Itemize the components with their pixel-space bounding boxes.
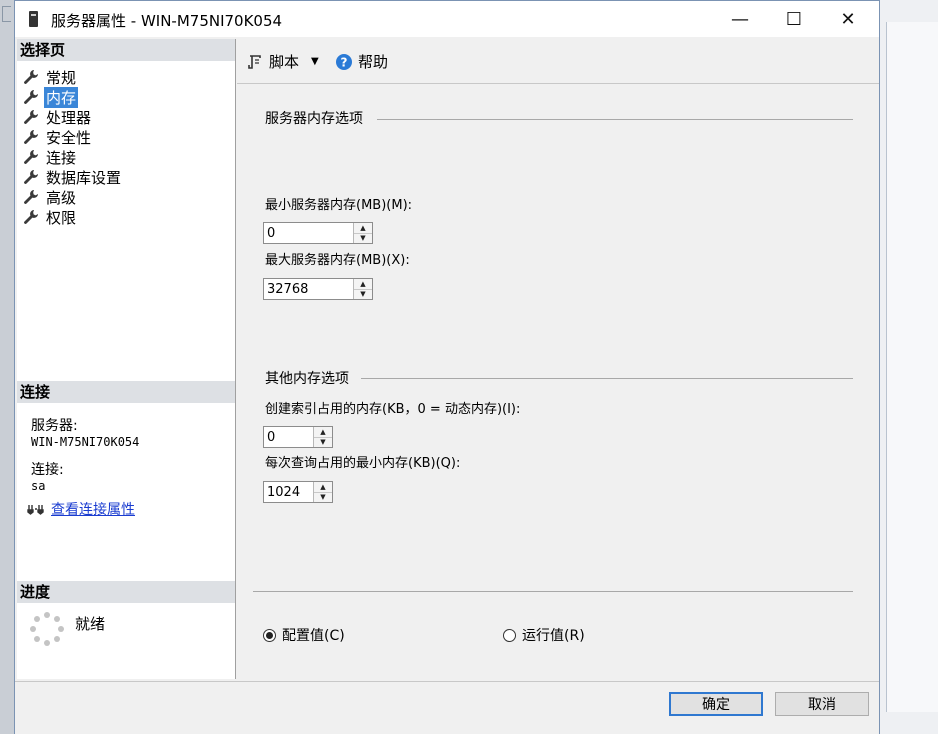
- nav-item-processor[interactable]: 处理器: [23, 107, 123, 127]
- connection-info: 服务器: WIN-M75NI70K054 连接: sa: [31, 415, 139, 493]
- nav-item-memory[interactable]: 内存: [23, 86, 123, 108]
- index-memory-stepper[interactable]: 0 ▲ ▼: [263, 426, 333, 448]
- wrench-icon: [24, 70, 38, 84]
- help-button[interactable]: ? 帮助: [335, 51, 388, 72]
- other-memory-group-line: [361, 378, 853, 379]
- wrench-icon: [24, 150, 38, 164]
- script-label: 脚本: [269, 53, 300, 71]
- connection-value: sa: [31, 479, 46, 493]
- server-icon: [29, 11, 38, 27]
- index-memory-label: 创建索引占用的内存(KB，0 = 动态内存)(I):: [265, 402, 521, 417]
- nav-item-security[interactable]: 安全性: [23, 127, 123, 147]
- nav-item-label: 安全性: [46, 128, 92, 147]
- spin-down-icon[interactable]: ▼: [354, 232, 372, 243]
- cancel-button[interactable]: 取消: [775, 692, 869, 716]
- progress-status: 就绪: [75, 615, 106, 633]
- nav-item-label: 处理器: [46, 108, 92, 127]
- connection-plug-icon: [27, 505, 44, 515]
- server-memory-group-label: 服务器内存选项: [265, 108, 369, 128]
- other-memory-group-label: 其他内存选项: [265, 368, 355, 388]
- connection-header: 连接: [17, 381, 235, 403]
- query-memory-label: 每次查询占用的最小内存(KB)(Q):: [265, 456, 461, 471]
- svg-text:?: ?: [341, 55, 348, 69]
- min-memory-value[interactable]: 0: [264, 226, 353, 241]
- nav-item-advanced[interactable]: 高级: [23, 187, 123, 207]
- index-memory-value[interactable]: 0: [264, 430, 313, 445]
- background-left-window: [0, 0, 14, 734]
- wrench-icon: [24, 190, 38, 204]
- configured-values-radio[interactable]: 配置值(C): [263, 625, 345, 645]
- max-memory-spin-buttons[interactable]: ▲ ▼: [353, 279, 372, 299]
- wrench-icon: [24, 110, 38, 124]
- nav-item-label: 常规: [46, 68, 77, 87]
- options-separator-line: [253, 591, 853, 592]
- spin-up-icon[interactable]: ▲: [354, 223, 372, 233]
- index-memory-spin-buttons[interactable]: ▲ ▼: [313, 427, 332, 447]
- server-properties-dialog: 服务器属性 - WIN-M75NI70K054 — ☐ ✕ 选择页 常规 内存 …: [14, 0, 880, 734]
- connection-label: 连接:: [31, 462, 64, 478]
- spin-up-icon[interactable]: ▲: [354, 279, 372, 289]
- max-memory-stepper[interactable]: 32768 ▲ ▼: [263, 278, 373, 300]
- left-pane: 选择页 常规 内存 处理器 安全性 连接 数据库设置 高级 权限 连接 服务器:…: [17, 39, 236, 679]
- background-right-window: [886, 22, 938, 712]
- query-memory-value[interactable]: 1024: [264, 485, 313, 500]
- progress-spinner-icon: [30, 612, 64, 646]
- maximize-button[interactable]: ☐: [771, 1, 817, 37]
- max-memory-label: 最大服务器内存(MB)(X):: [265, 253, 410, 268]
- view-connection-properties-row[interactable]: 查看连接属性: [27, 499, 135, 519]
- spin-down-icon[interactable]: ▼: [314, 436, 332, 447]
- script-button[interactable]: 脚本 ▼: [247, 51, 319, 72]
- nav-item-database-settings[interactable]: 数据库设置: [23, 167, 123, 187]
- server-memory-group-line: [377, 119, 853, 120]
- configured-values-label: 配置值(C): [282, 628, 345, 644]
- nav-item-label: 连接: [46, 148, 77, 167]
- server-value: WIN-M75NI70K054: [31, 435, 140, 449]
- wrench-icon: [24, 90, 38, 104]
- min-memory-spin-buttons[interactable]: ▲ ▼: [353, 223, 372, 243]
- radio-checked-icon[interactable]: [263, 628, 276, 642]
- spin-down-icon[interactable]: ▼: [314, 491, 332, 502]
- wrench-icon: [24, 170, 38, 184]
- min-memory-stepper[interactable]: 0 ▲ ▼: [263, 222, 373, 244]
- spin-up-icon[interactable]: ▲: [314, 482, 332, 492]
- nav-item-label: 数据库设置: [46, 168, 122, 187]
- background-window-edge-icon: [2, 6, 11, 22]
- nav-item-permissions[interactable]: 权限: [23, 207, 123, 227]
- wrench-icon: [24, 210, 38, 224]
- nav-item-general[interactable]: 常规: [23, 67, 123, 87]
- running-values-label: 运行值(R): [522, 628, 585, 644]
- server-label: 服务器:: [31, 418, 78, 434]
- nav-item-connections[interactable]: 连接: [23, 147, 123, 167]
- nav-item-label: 权限: [46, 208, 77, 227]
- radio-unchecked-icon[interactable]: [503, 628, 516, 642]
- query-memory-spin-buttons[interactable]: ▲ ▼: [313, 482, 332, 502]
- progress-header: 进度: [17, 581, 235, 603]
- help-label: 帮助: [358, 53, 389, 71]
- min-memory-label: 最小服务器内存(MB)(M):: [265, 198, 413, 213]
- query-memory-stepper[interactable]: 1024 ▲ ▼: [263, 481, 333, 503]
- script-dropdown-icon[interactable]: ▼: [311, 56, 319, 67]
- script-icon: [248, 54, 261, 69]
- select-page-header: 选择页: [17, 39, 235, 61]
- title-bar[interactable]: 服务器属性 - WIN-M75NI70K054 — ☐ ✕: [15, 1, 879, 37]
- running-values-radio[interactable]: 运行值(R): [503, 625, 585, 645]
- ok-button[interactable]: 确定: [669, 692, 763, 716]
- window-title: 服务器属性 - WIN-M75NI70K054: [51, 12, 283, 30]
- minimize-button[interactable]: —: [717, 1, 763, 37]
- close-button[interactable]: ✕: [825, 1, 871, 37]
- nav-item-label: 高级: [46, 188, 77, 207]
- nav-item-label: 内存: [44, 86, 79, 108]
- help-icon: ?: [336, 53, 352, 70]
- max-memory-value[interactable]: 32768: [264, 282, 353, 297]
- spin-up-icon[interactable]: ▲: [314, 427, 332, 437]
- dialog-button-bar: 确定 取消: [15, 681, 879, 734]
- page-nav-list: 常规 内存 处理器 安全性 连接 数据库设置 高级 权限: [23, 67, 123, 227]
- spin-down-icon[interactable]: ▼: [354, 288, 372, 299]
- view-connection-properties-link[interactable]: 查看连接属性: [51, 499, 135, 519]
- toolbar: 脚本 ▼ ? 帮助: [237, 39, 879, 84]
- memory-options-panel: 服务器内存选项 最小服务器内存(MB)(M): 0 ▲ ▼ 最大服务器内存(MB…: [237, 84, 879, 679]
- wrench-icon: [24, 130, 38, 144]
